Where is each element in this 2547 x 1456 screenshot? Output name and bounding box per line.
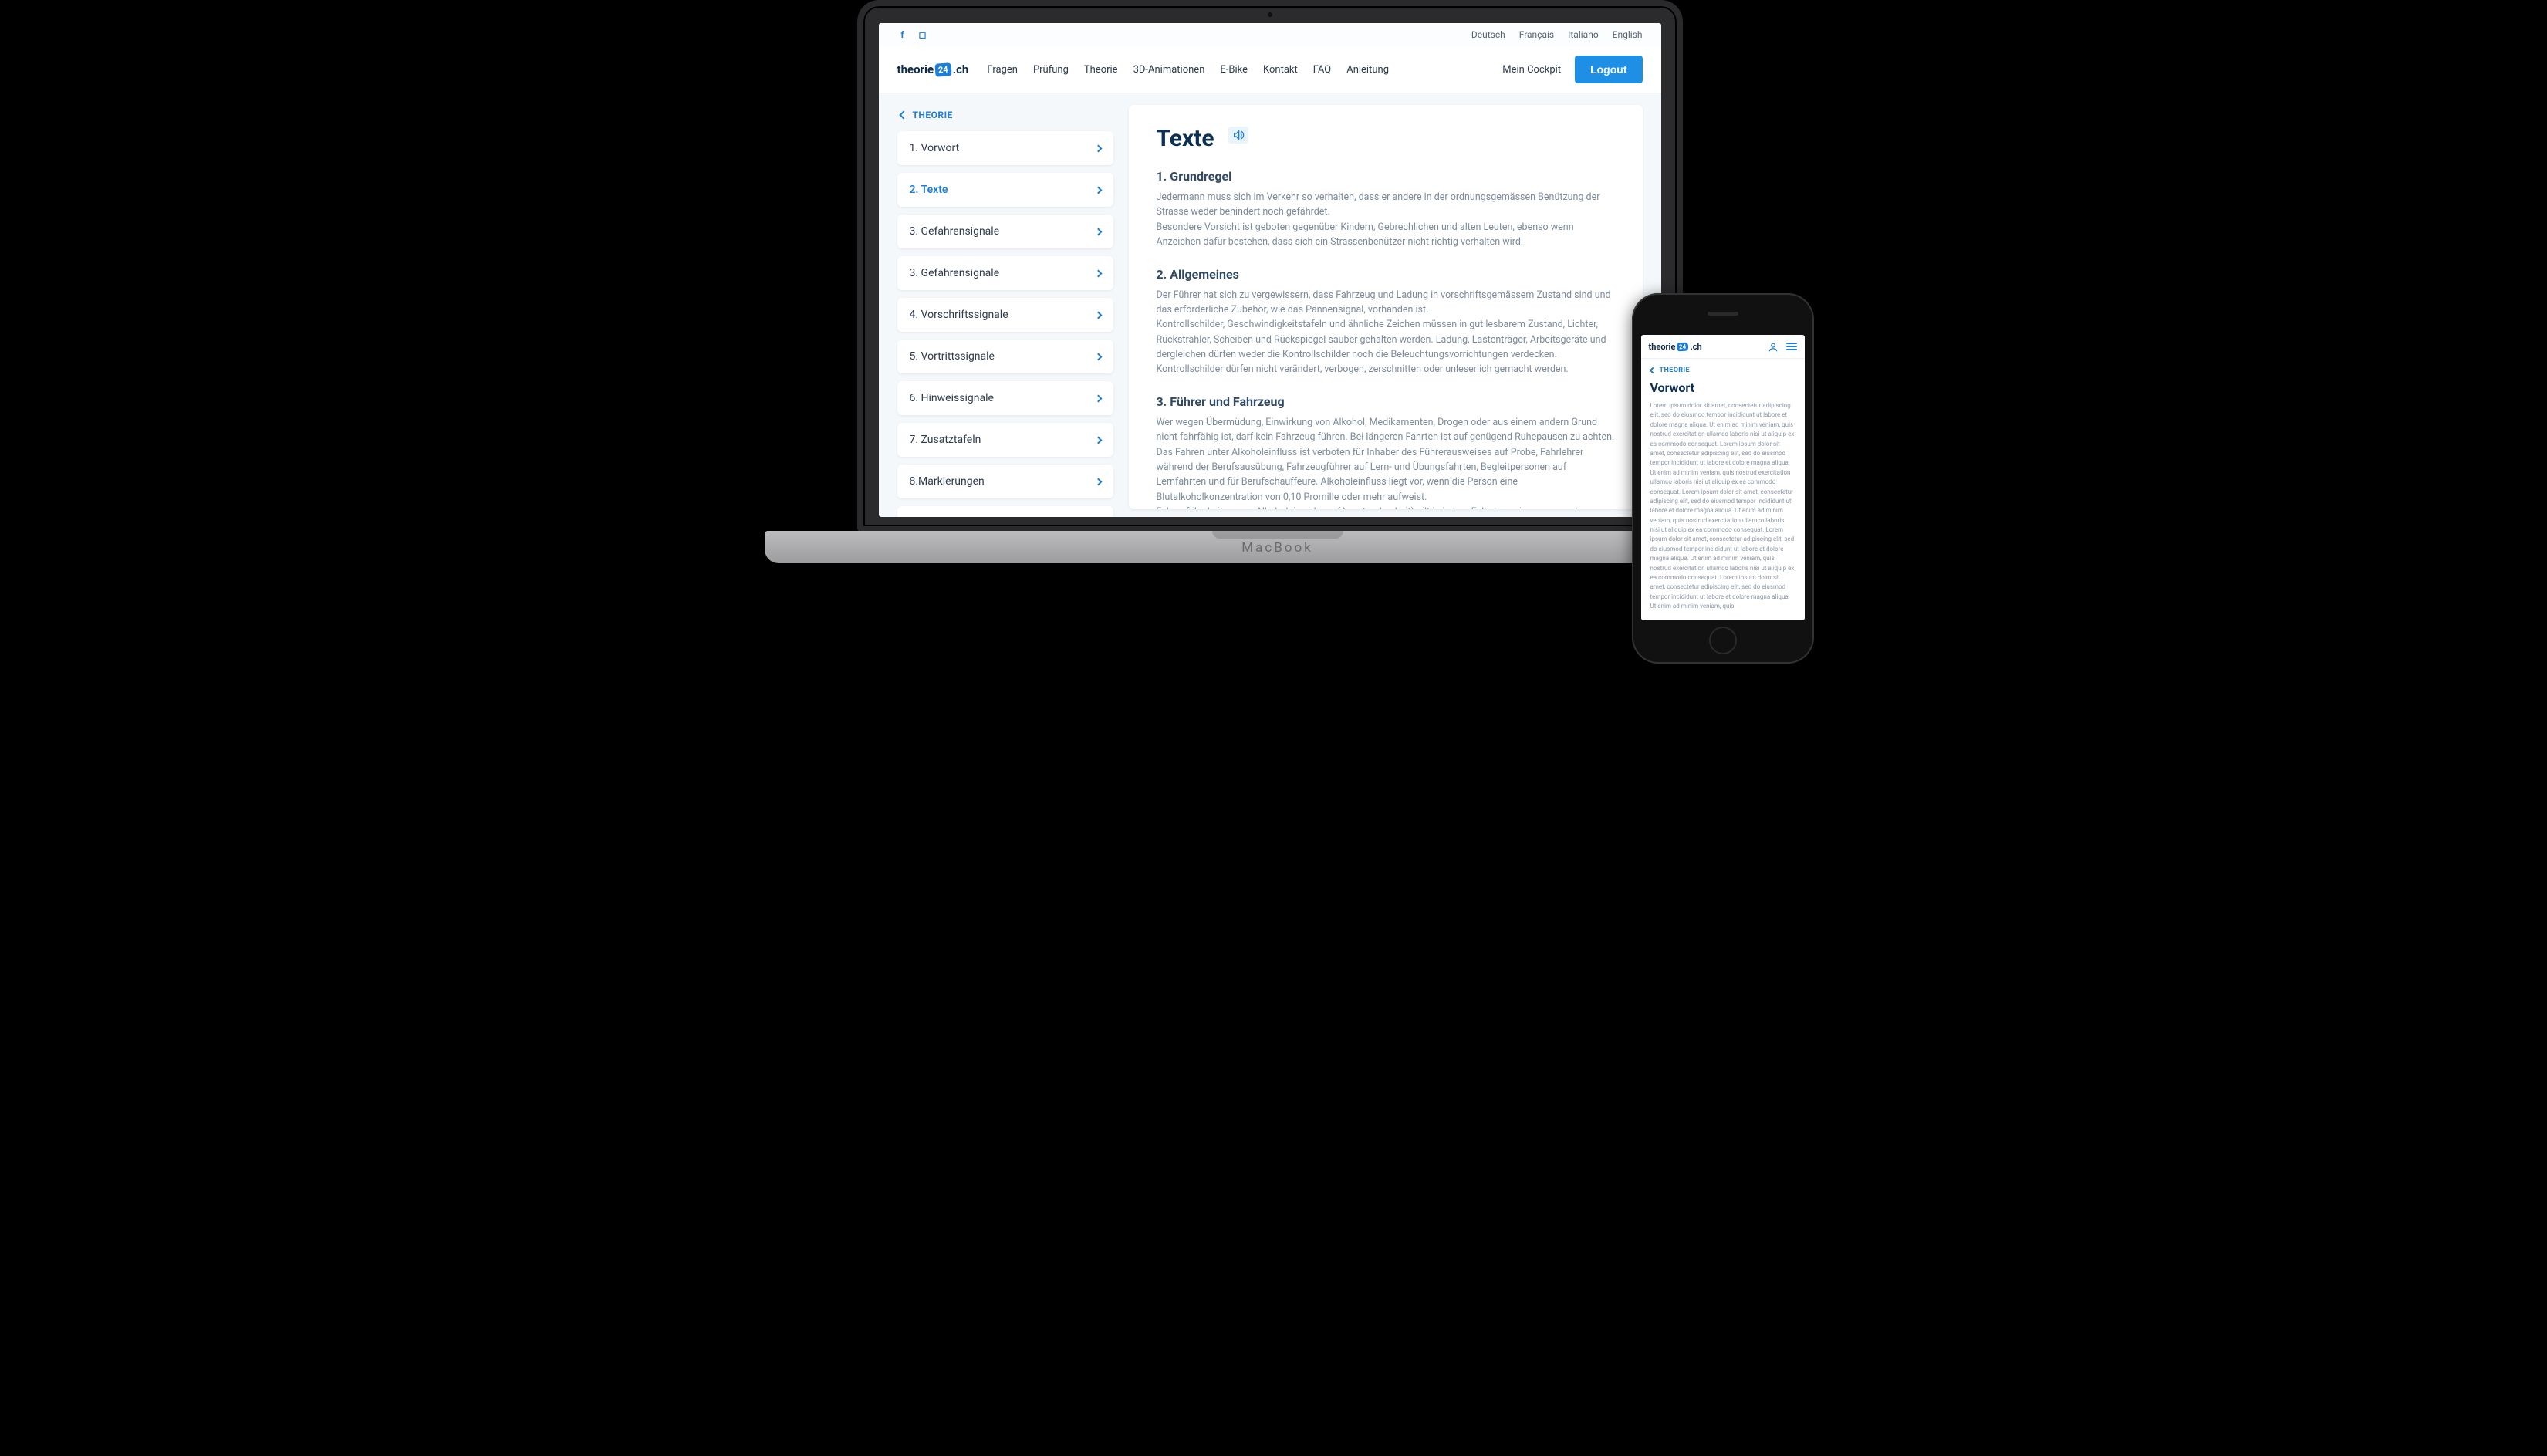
mobile-logo[interactable]: theorie 24 .ch	[1649, 342, 1702, 352]
iphone-frame: theorie 24 .ch THEORIE	[1632, 293, 1814, 664]
nav-item[interactable]: E-Bike	[1220, 64, 1248, 76]
mobile-logo-pre: theorie	[1649, 342, 1676, 352]
chapter-card[interactable]: 8.Markierungen	[897, 465, 1113, 498]
nav-item[interactable]: Fragen	[987, 64, 1018, 76]
logo-pre: theorie	[897, 62, 934, 76]
language-option[interactable]: Deutsch	[1471, 29, 1505, 40]
sidebar-column: THEORIE 1. Vorwort 2. Texte 3. Gefahrensig…	[897, 105, 1113, 509]
macbook-bezel: f ◻ Deutsch Français Italiano English theor…	[857, 0, 1683, 532]
main-navbar: theorie 24 .ch Fragen Prüfung Theorie 3D-An…	[879, 46, 1661, 93]
section-paragraph: Besondere Vorsicht ist geboten gegenüber…	[1157, 220, 1615, 250]
chevron-right-icon	[1094, 353, 1102, 360]
chapter-label: 5. Vortrittssignale	[910, 350, 995, 363]
article-panel: Texte 1. Grundregel Jedermann muss sich i…	[1129, 105, 1643, 509]
section-paragraph: Wer wegen Übermüdung, Einwirkung von Alk…	[1157, 415, 1615, 445]
mobile-text: Lorem ipsum dolor sit amet, consectetur …	[1650, 401, 1795, 612]
chapter-card[interactable]: 9. Wichtige Zahlen	[897, 506, 1113, 517]
section-heading: 2. Allgemeines	[1157, 267, 1615, 282]
language-switcher: Deutsch Français Italiano English	[1471, 29, 1643, 40]
mobile-body: THEORIE Vorwort Lorem ipsum dolor sit am…	[1641, 359, 1805, 620]
iphone-screen: theorie 24 .ch THEORIE	[1641, 335, 1805, 620]
mobile-breadcrumb-label: THEORIE	[1660, 367, 1690, 374]
chapter-card[interactable]: 7. Zusatztafeln	[897, 423, 1113, 457]
mobile-logo-suf: .ch	[1691, 342, 1702, 352]
chapter-label: 4. Vorschriftssignale	[910, 309, 1008, 321]
chapter-label: 3. Gefahrensignale	[910, 225, 1000, 238]
article-title: Texte	[1157, 125, 1214, 152]
logo-badge: 24	[935, 62, 952, 76]
chevron-right-icon	[1094, 478, 1102, 485]
mobile-header: theorie 24 .ch	[1641, 335, 1805, 359]
logo-suf: .ch	[953, 62, 969, 76]
mobile-breadcrumb[interactable]: THEORIE	[1650, 367, 1795, 374]
nav-item[interactable]: Theorie	[1084, 64, 1118, 76]
chevron-right-icon	[1094, 144, 1102, 152]
chevron-right-icon	[1094, 311, 1102, 319]
chapter-card[interactable]: 1. Vorwort	[897, 131, 1113, 165]
chapter-card[interactable]: 2. Texte	[897, 173, 1113, 207]
audio-button[interactable]	[1228, 127, 1248, 144]
article-sections: 1. Grundregel Jedermann muss sich im Verk…	[1157, 169, 1615, 509]
macbook-frame: f ◻ Deutsch Français Italiano English theor…	[765, 0, 1698, 602]
speaker-icon	[1232, 129, 1245, 141]
mobile-logo-badge: 24	[1677, 342, 1689, 351]
nav-item[interactable]: Kontakt	[1263, 64, 1298, 76]
nav-item[interactable]: Prüfung	[1033, 64, 1069, 76]
nav-cockpit-link[interactable]: Mein Cockpit	[1502, 64, 1561, 76]
nav-item[interactable]: Anleitung	[1346, 64, 1389, 76]
user-icon[interactable]	[1768, 341, 1779, 352]
main-workspace: THEORIE 1. Vorwort 2. Texte 3. Gefahrensig…	[879, 93, 1661, 509]
chapter-label: 3. Gefahrensignale	[910, 267, 1000, 279]
chevron-left-icon	[899, 110, 907, 119]
top-utility-bar: f ◻ Deutsch Français Italiano English	[879, 23, 1661, 46]
site-logo[interactable]: theorie 24 .ch	[897, 62, 969, 76]
section-heading: 1. Grundregel	[1157, 169, 1615, 184]
chapter-label: 7. Zusatztafeln	[910, 434, 981, 446]
section-paragraph: Jedermann muss sich im Verkehr so verhal…	[1157, 190, 1615, 220]
chapter-label: 2. Texte	[910, 184, 948, 196]
iphone-home-button[interactable]	[1709, 627, 1737, 654]
breadcrumb-label: THEORIE	[913, 110, 953, 120]
hamburger-menu-icon[interactable]	[1786, 343, 1797, 350]
chevron-right-icon	[1094, 436, 1102, 444]
chevron-left-icon	[1649, 367, 1655, 373]
logout-button[interactable]: Logout	[1575, 56, 1642, 83]
main-menu: Fragen Prüfung Theorie 3D-Animationen E-Bike…	[987, 64, 1389, 76]
nav-item[interactable]: 3D-Animationen	[1133, 64, 1205, 76]
section-paragraph: Kontrollschilder, Geschwindigkeitstafeln…	[1157, 317, 1615, 377]
iphone-speaker	[1708, 312, 1738, 316]
section-heading: 3. Führer und Fahrzeug	[1157, 394, 1615, 409]
chapter-label: 1. Vorwort	[910, 142, 960, 154]
section-paragraph: Der Führer hat sich zu vergewissern, das…	[1157, 288, 1615, 318]
chapter-card[interactable]: 4. Vorschriftssignale	[897, 298, 1113, 332]
facebook-icon[interactable]: f	[897, 29, 908, 40]
chevron-right-icon	[1094, 394, 1102, 402]
camera-icon	[1268, 12, 1272, 17]
chapter-card[interactable]: 3. Gefahrensignale	[897, 215, 1113, 248]
language-option[interactable]: Italiano	[1568, 29, 1599, 40]
macbook-screen: f ◻ Deutsch Français Italiano English theor…	[879, 23, 1661, 517]
chapter-label: 8.Markierungen	[910, 475, 985, 488]
chapter-card[interactable]: 5. Vortrittssignale	[897, 340, 1113, 373]
nav-item[interactable]: FAQ	[1313, 64, 1331, 76]
chapter-card[interactable]: 3. Gefahrensignale	[897, 256, 1113, 290]
mobile-title: Vorwort	[1650, 380, 1795, 395]
instagram-icon[interactable]: ◻	[917, 29, 928, 40]
chapter-list: 1. Vorwort 2. Texte 3. Gefahrensignale 3. G…	[897, 131, 1113, 517]
chevron-right-icon	[1094, 228, 1102, 235]
breadcrumb[interactable]: THEORIE	[897, 105, 1113, 131]
language-option[interactable]: Français	[1519, 29, 1554, 40]
social-links: f ◻	[897, 29, 928, 40]
chevron-right-icon	[1094, 269, 1102, 277]
chapter-label: 6. Hinweissignale	[910, 392, 994, 404]
section-paragraph: Das Fahren unter Alkoholeinfluss ist ver…	[1157, 445, 1615, 505]
chapter-card[interactable]: 6. Hinweissignale	[897, 381, 1113, 415]
section-paragraph: Fahrunfähigkeit wegen Alkoholeinwirkung …	[1157, 505, 1615, 509]
language-option[interactable]: English	[1613, 29, 1643, 40]
chevron-right-icon	[1094, 186, 1102, 194]
